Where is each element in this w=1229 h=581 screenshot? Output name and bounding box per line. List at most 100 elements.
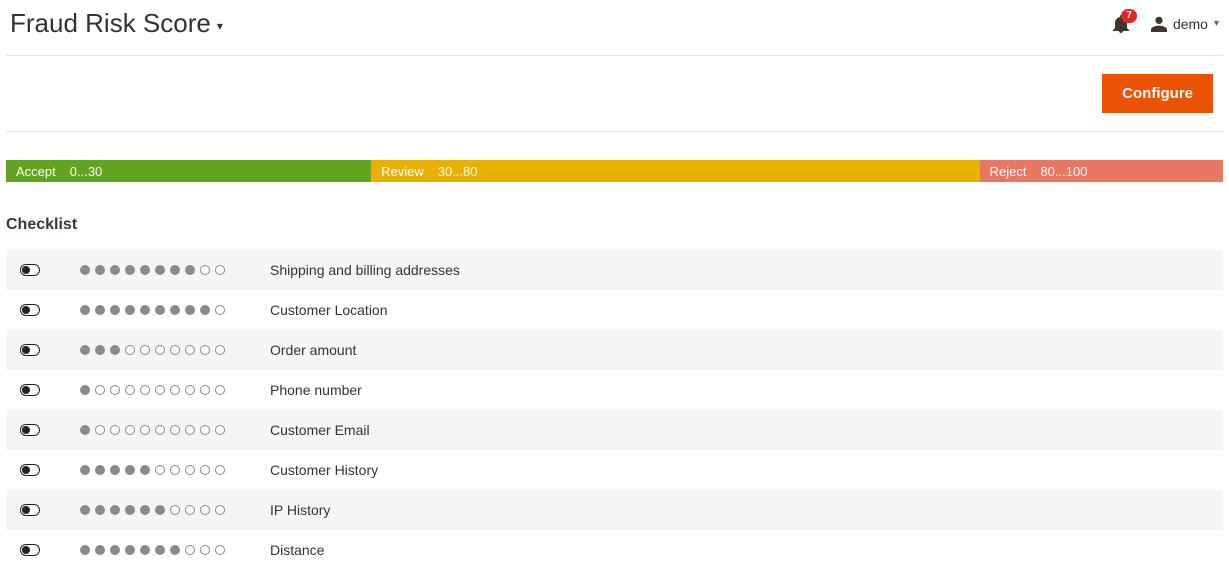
weight-dot[interactable] (215, 465, 225, 475)
weight-dot[interactable] (215, 545, 225, 555)
weight-dot[interactable] (125, 305, 135, 315)
weight-dot[interactable] (95, 425, 105, 435)
weight-dot[interactable] (200, 465, 210, 475)
weight-dot[interactable] (200, 545, 210, 555)
weight-dot[interactable] (200, 305, 210, 315)
weight-dot[interactable] (170, 345, 180, 355)
toggle[interactable] (20, 384, 40, 396)
toggle[interactable] (20, 504, 40, 516)
weight-dot[interactable] (110, 265, 120, 275)
weight-dot[interactable] (215, 305, 225, 315)
weight-dot[interactable] (110, 305, 120, 315)
weight-dots[interactable] (80, 465, 230, 475)
weight-dot[interactable] (140, 305, 150, 315)
weight-dot[interactable] (140, 265, 150, 275)
weight-dot[interactable] (80, 505, 90, 515)
weight-dot[interactable] (215, 385, 225, 395)
page-title-dropdown[interactable]: Fraud Risk Score ▾ (10, 8, 223, 39)
weight-dot[interactable] (125, 465, 135, 475)
toggle[interactable] (20, 424, 40, 436)
weight-dot[interactable] (110, 345, 120, 355)
weight-dots[interactable] (80, 385, 230, 395)
configure-button[interactable]: Configure (1102, 74, 1213, 113)
weight-dot[interactable] (155, 345, 165, 355)
weight-dot[interactable] (110, 385, 120, 395)
weight-dot[interactable] (170, 505, 180, 515)
weight-dot[interactable] (80, 345, 90, 355)
weight-dot[interactable] (170, 545, 180, 555)
weight-dot[interactable] (155, 385, 165, 395)
weight-dots[interactable] (80, 305, 230, 315)
weight-dot[interactable] (185, 505, 195, 515)
weight-dot[interactable] (95, 385, 105, 395)
weight-dot[interactable] (200, 265, 210, 275)
weight-dot[interactable] (170, 465, 180, 475)
weight-dot[interactable] (215, 425, 225, 435)
weight-dot[interactable] (155, 505, 165, 515)
toggle[interactable] (20, 464, 40, 476)
weight-dot[interactable] (170, 385, 180, 395)
weight-dot[interactable] (125, 345, 135, 355)
weight-dot[interactable] (200, 385, 210, 395)
weight-dot[interactable] (215, 345, 225, 355)
weight-dot[interactable] (95, 305, 105, 315)
weight-dot[interactable] (140, 545, 150, 555)
weight-dot[interactable] (80, 545, 90, 555)
toggle[interactable] (20, 304, 40, 316)
weight-dot[interactable] (110, 505, 120, 515)
weight-dot[interactable] (95, 545, 105, 555)
weight-dots[interactable] (80, 505, 230, 515)
weight-dot[interactable] (215, 505, 225, 515)
toggle[interactable] (20, 264, 40, 276)
weight-dot[interactable] (185, 425, 195, 435)
weight-dot[interactable] (215, 265, 225, 275)
weight-dot[interactable] (110, 465, 120, 475)
weight-dot[interactable] (185, 465, 195, 475)
weight-dots[interactable] (80, 265, 230, 275)
weight-dot[interactable] (80, 465, 90, 475)
weight-dot[interactable] (125, 425, 135, 435)
weight-dot[interactable] (140, 385, 150, 395)
weight-dot[interactable] (80, 385, 90, 395)
weight-dot[interactable] (200, 425, 210, 435)
weight-dot[interactable] (125, 505, 135, 515)
notifications-button[interactable]: 7 (1113, 15, 1129, 33)
user-menu[interactable]: demo ▾ (1151, 16, 1219, 32)
weight-dot[interactable] (170, 425, 180, 435)
weight-dot[interactable] (185, 545, 195, 555)
weight-dot[interactable] (80, 265, 90, 275)
weight-dot[interactable] (140, 425, 150, 435)
weight-dot[interactable] (140, 505, 150, 515)
weight-dot[interactable] (155, 305, 165, 315)
weight-dot[interactable] (140, 345, 150, 355)
weight-dot[interactable] (185, 345, 195, 355)
weight-dot[interactable] (125, 385, 135, 395)
weight-dots[interactable] (80, 345, 230, 355)
weight-dot[interactable] (155, 425, 165, 435)
weight-dots[interactable] (80, 425, 230, 435)
weight-dot[interactable] (185, 305, 195, 315)
weight-dot[interactable] (95, 465, 105, 475)
weight-dot[interactable] (185, 265, 195, 275)
toggle[interactable] (20, 344, 40, 356)
weight-dot[interactable] (200, 345, 210, 355)
weight-dot[interactable] (155, 465, 165, 475)
weight-dot[interactable] (110, 425, 120, 435)
weight-dot[interactable] (155, 545, 165, 555)
weight-dots[interactable] (80, 545, 230, 555)
weight-dot[interactable] (110, 545, 120, 555)
weight-dot[interactable] (170, 265, 180, 275)
weight-dot[interactable] (155, 265, 165, 275)
weight-dot[interactable] (140, 465, 150, 475)
weight-dot[interactable] (95, 505, 105, 515)
weight-dot[interactable] (80, 425, 90, 435)
weight-dot[interactable] (95, 345, 105, 355)
weight-dot[interactable] (95, 265, 105, 275)
toggle[interactable] (20, 544, 40, 556)
weight-dot[interactable] (185, 385, 195, 395)
weight-dot[interactable] (170, 305, 180, 315)
weight-dot[interactable] (125, 545, 135, 555)
weight-dot[interactable] (80, 305, 90, 315)
weight-dot[interactable] (200, 505, 210, 515)
weight-dot[interactable] (125, 265, 135, 275)
